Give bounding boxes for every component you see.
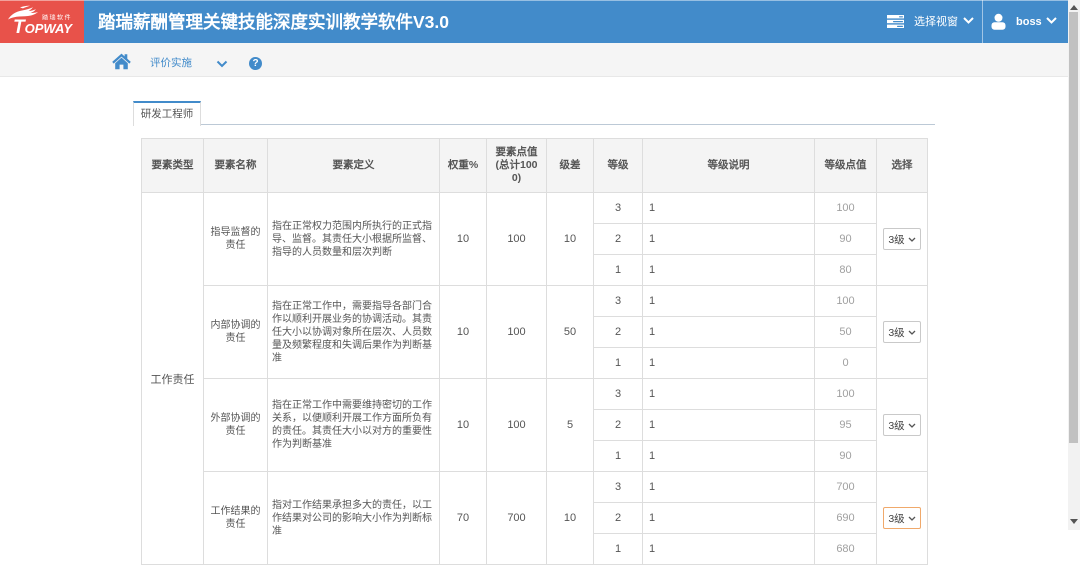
svg-text:踏瑞软件: 踏瑞软件 [42, 14, 72, 22]
